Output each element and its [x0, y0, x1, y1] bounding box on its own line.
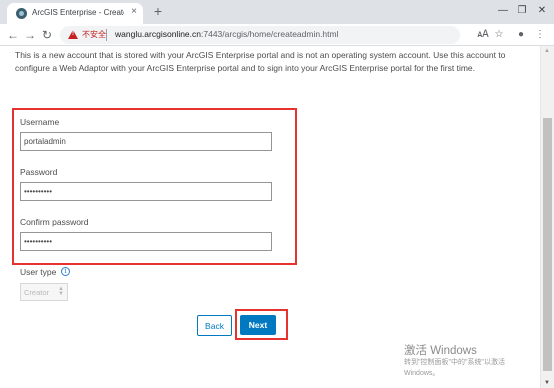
browser-tab-strip: ArcGIS Enterprise - Create Initial Admin…: [0, 0, 554, 24]
url-host: wanglu.arcgisonline.cn: [115, 29, 201, 39]
forward-arrow-icon[interactable]: →: [23, 27, 37, 43]
username-label: Username: [20, 117, 60, 127]
user-type-select[interactable]: Creator ▲ ▼: [20, 283, 68, 301]
user-type-value: Creator: [24, 288, 50, 297]
browser-toolbar: ← → ↻ 不安全 wanglu.arcgisonline.cn:7443/ar…: [0, 24, 554, 46]
activation-watermark-title: 激活 Windows: [404, 345, 477, 357]
intro-text: This is a new account that is stored wit…: [15, 50, 506, 73]
select-arrows-icon: ▲ ▼: [58, 286, 64, 297]
next-highlight: Next: [235, 309, 288, 340]
back-arrow-icon[interactable]: ←: [6, 27, 20, 43]
bookmark-star-icon[interactable]: ☆: [492, 28, 506, 42]
activation-watermark-text: 转到"控制面板"中的"系统"以激活 Windows。: [404, 357, 538, 379]
reload-icon[interactable]: ↻: [40, 27, 54, 43]
menu-icon[interactable]: ⋮: [533, 28, 547, 42]
scroll-down-icon[interactable]: ▼: [544, 380, 550, 386]
window-close-icon[interactable]: ✕: [535, 4, 549, 18]
close-tab-icon[interactable]: ×: [128, 6, 140, 18]
warning-icon: [68, 30, 78, 39]
url-text[interactable]: wanglu.arcgisonline.cn:7443/arcgis/home/…: [115, 29, 339, 39]
page-content: This is a new account that is stored wit…: [0, 46, 540, 388]
arcgis-favicon-icon: [16, 8, 27, 19]
password-label: Password: [20, 167, 58, 177]
browser-tab[interactable]: ArcGIS Enterprise - Create Initial Admin…: [7, 3, 143, 24]
security-status[interactable]: 不安全: [82, 29, 106, 40]
activation-watermark-line1: 转到"控制面板"中的"系统"以激活: [404, 359, 505, 366]
info-icon[interactable]: i: [61, 267, 70, 276]
confirm-password-input[interactable]: [20, 232, 272, 251]
back-button[interactable]: Back: [197, 315, 232, 336]
next-button[interactable]: Next: [240, 315, 276, 335]
minimize-icon[interactable]: —: [496, 4, 510, 18]
scroll-thumb[interactable]: [543, 118, 552, 371]
user-type-label: User type: [20, 267, 57, 277]
password-input[interactable]: [20, 182, 272, 201]
restore-icon[interactable]: ❐: [515, 4, 529, 18]
translate-icon[interactable]: 🗚: [476, 28, 490, 42]
url-divider: [106, 29, 107, 41]
address-bar[interactable]: 不安全 wanglu.arcgisonline.cn:7443/arcgis/h…: [60, 26, 460, 44]
tab-title: ArcGIS Enterprise - Create Initial Admin…: [32, 8, 124, 17]
new-tab-icon[interactable]: +: [151, 4, 165, 18]
url-path: :7443/arcgis/home/createadmin.html: [201, 29, 339, 39]
confirm-password-label: Confirm password: [20, 217, 89, 227]
scroll-up-icon[interactable]: ▲: [544, 48, 550, 54]
activation-watermark-line2: Windows。: [404, 370, 440, 377]
username-input[interactable]: [20, 132, 272, 151]
account-icon[interactable]: ●: [514, 28, 528, 42]
vertical-scrollbar[interactable]: ▲ ▼: [540, 46, 554, 388]
